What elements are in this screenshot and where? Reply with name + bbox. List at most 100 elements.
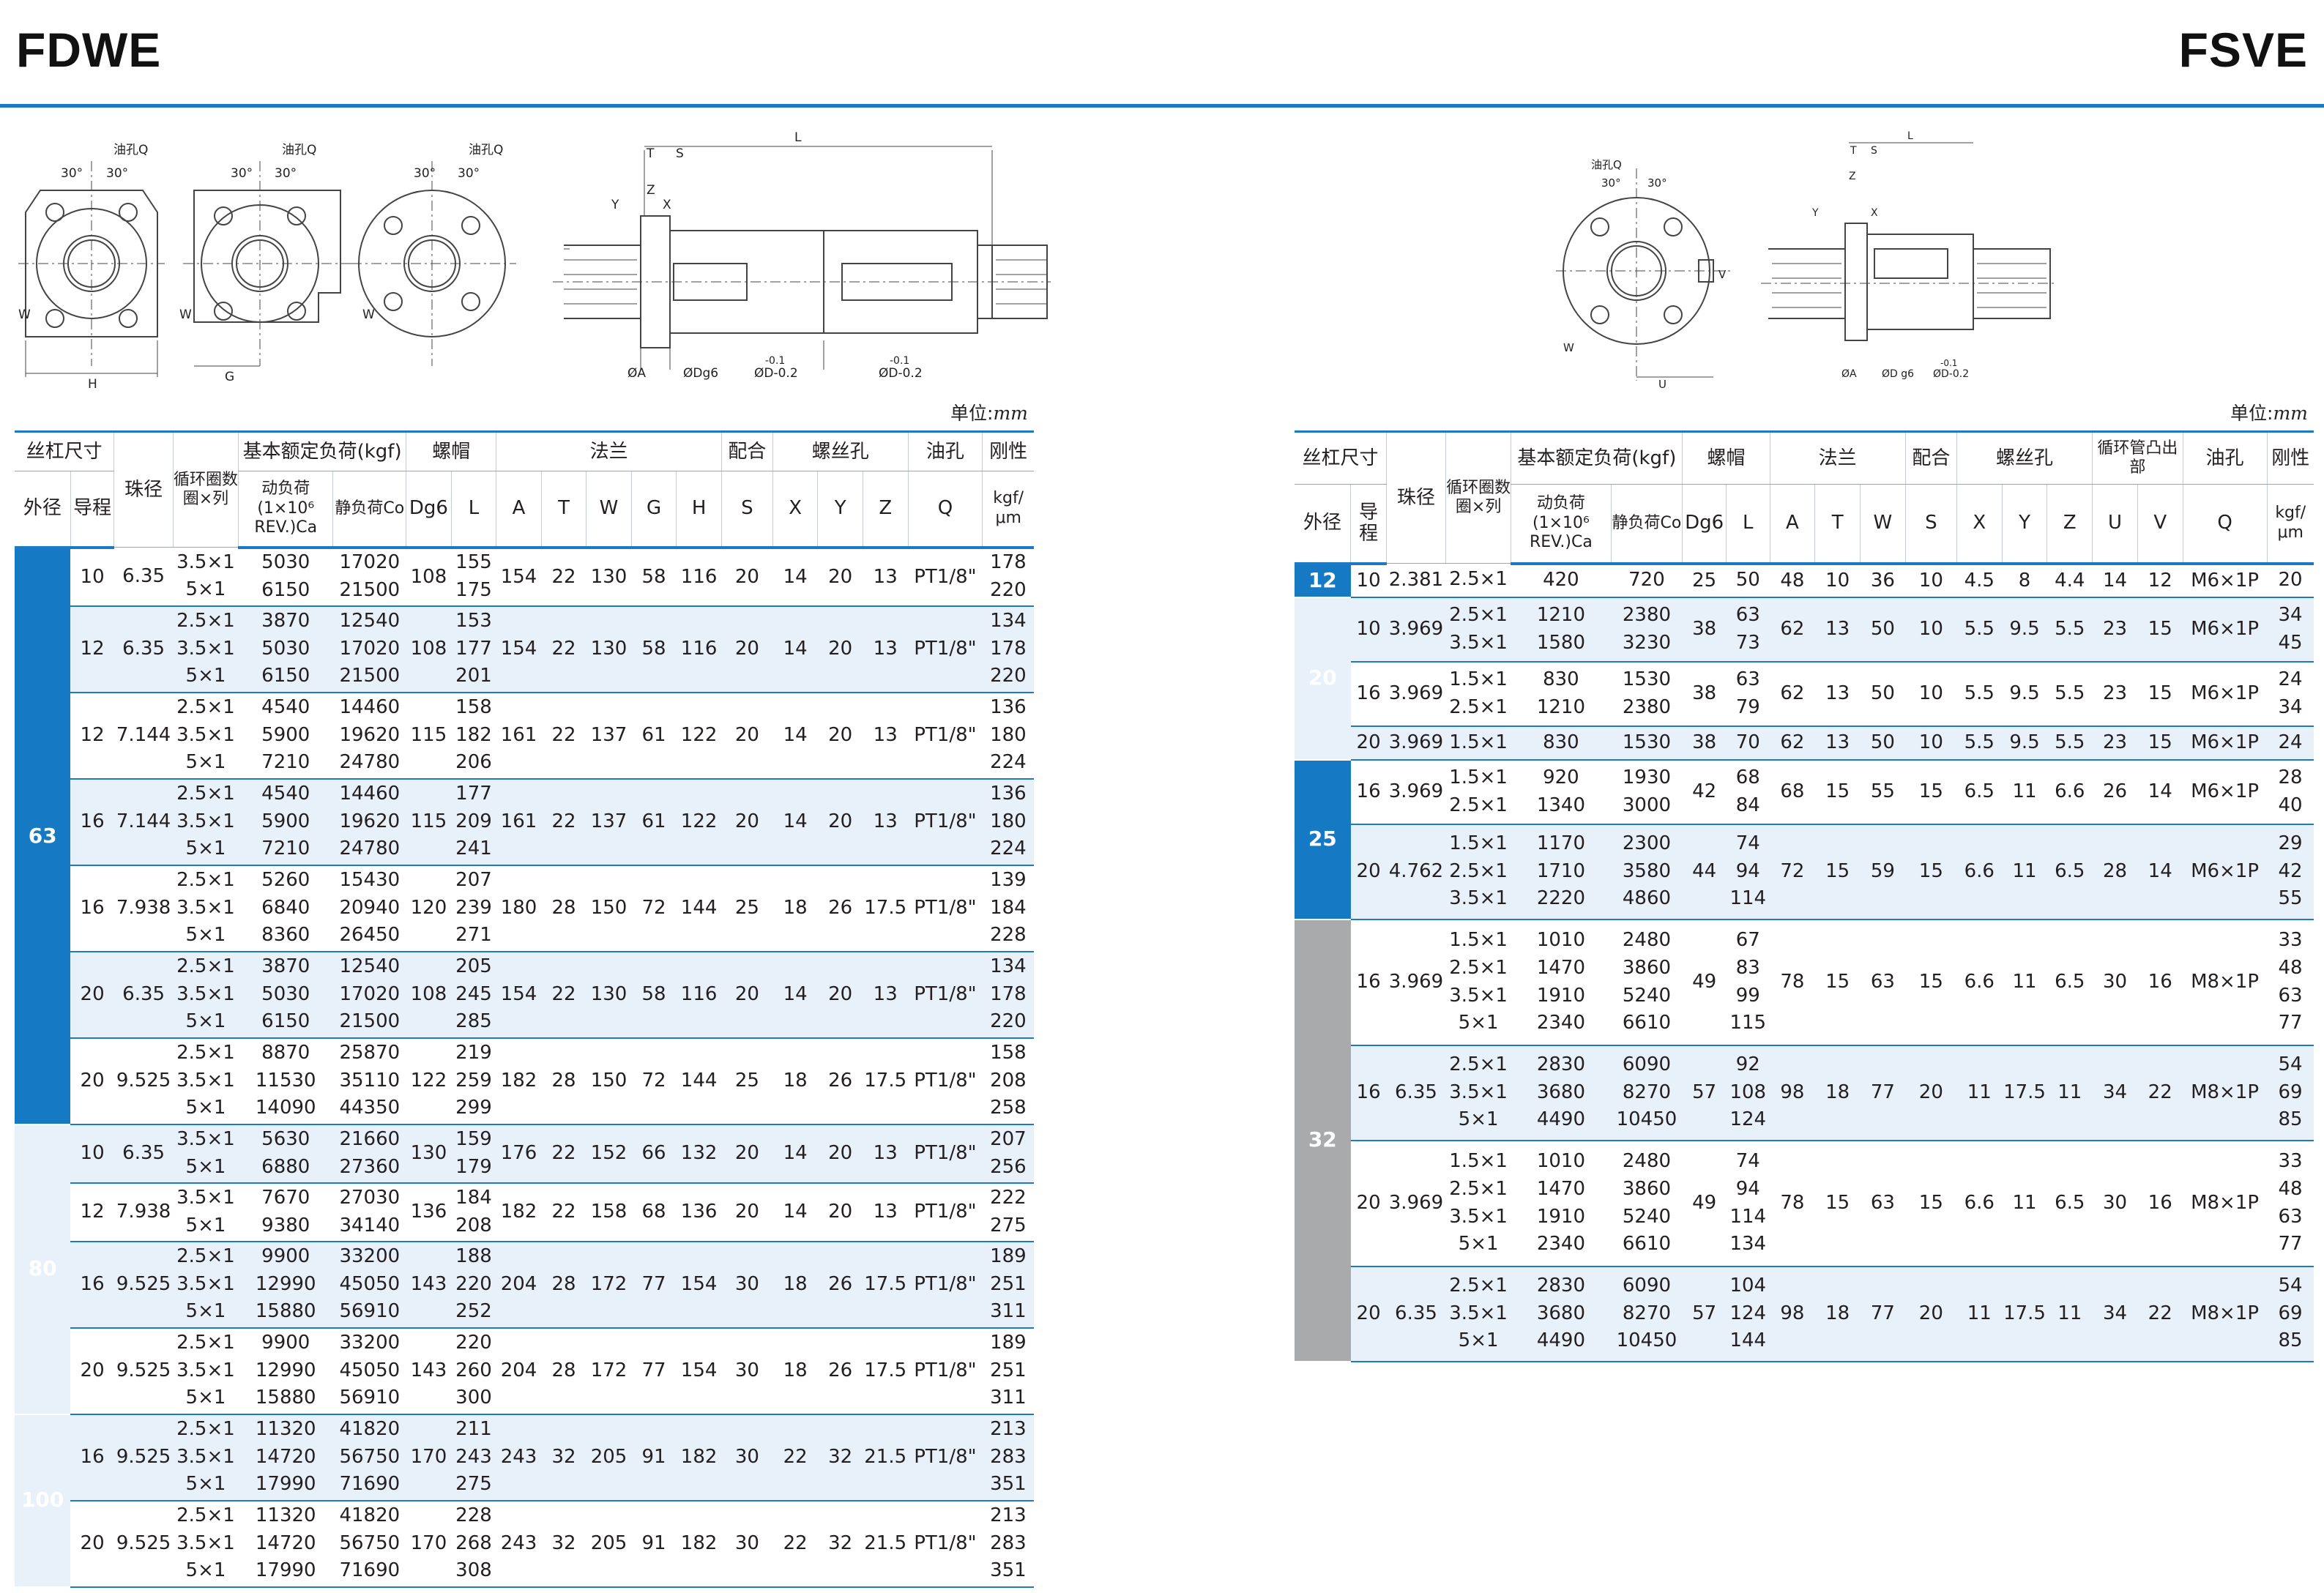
cell-q: M6×1P <box>2183 661 2268 727</box>
cell-y: 9.5 <box>2002 661 2047 727</box>
cell-l: 188 220 252 <box>451 1241 496 1329</box>
hdr-w: W <box>1860 484 1906 565</box>
cell-co: 41820 56750 71690 <box>332 1414 406 1501</box>
cell-q: PT1/8" <box>908 1124 983 1184</box>
hdr-t: T <box>540 471 586 549</box>
cell-s: 20 <box>1905 1266 1957 1362</box>
cell-s: 20 <box>721 951 773 1039</box>
cell-y: 32 <box>817 1500 863 1588</box>
cell-t: 32 <box>541 1414 586 1501</box>
cell-ball: 3.969 <box>1386 661 1446 727</box>
cell-ball: 6.35 <box>113 1124 174 1184</box>
cell-q: M8×1P <box>2183 1140 2268 1267</box>
cell-h: 182 <box>676 1414 722 1501</box>
cell-l: 219 259 299 <box>451 1037 496 1125</box>
cell-ball: 7.144 <box>113 778 174 866</box>
cell-g: 58 <box>631 547 677 607</box>
cell-d: 38 <box>1682 661 1727 727</box>
cell-lead: 16 <box>1350 1045 1387 1141</box>
cell-co: 33200 45050 56910 <box>332 1327 406 1415</box>
angle-label: 30° <box>1647 176 1667 190</box>
cell-l: 70 <box>1726 725 1770 761</box>
table-row: 16 7.938 2.5×1 3.5×1 5×1 5260 6840 8360 15430 209… <box>15 865 1034 952</box>
cell-q: PT1/8" <box>908 547 983 607</box>
cell-circ: 2.5×1 3.5×1 <box>1445 597 1511 663</box>
cell-circ: 1.5×1 2.5×1 <box>1445 759 1511 825</box>
cell-y: 26 <box>817 1327 863 1415</box>
cell-a: 62 <box>1770 661 1815 727</box>
dim-s: S <box>1871 145 1877 157</box>
table-row: 20 6.35 2.5×1 3.5×1 5×1 2830 3680 4490 6090 8270 1… <box>1295 1266 2314 1362</box>
cell-s: 20 <box>721 605 773 693</box>
cell-a: 78 <box>1770 1140 1815 1267</box>
dim-v: V <box>1718 268 1727 281</box>
cell-z: 13 <box>863 951 908 1039</box>
cell-l: 68 84 <box>1726 759 1770 825</box>
dim-h: H <box>88 377 97 392</box>
cell-v: 14 <box>2137 759 2183 825</box>
cell-k: 29 42 55 <box>2267 824 2314 920</box>
hdr-u: U <box>2092 484 2138 565</box>
cell-ca: 8870 11530 14090 <box>238 1037 333 1125</box>
cell-k: 139 184 228 <box>982 865 1034 952</box>
cell-x: 22 <box>772 1414 818 1501</box>
page-title-fsve: FSVE <box>2178 23 2308 77</box>
cell-y: 20 <box>817 951 863 1039</box>
cell-v: 15 <box>2137 661 2183 727</box>
angle-label: 30° <box>275 166 297 181</box>
cell-h: 182 <box>676 1500 722 1588</box>
cell-ball: 7.938 <box>113 865 174 952</box>
cell-d: 115 <box>406 692 452 780</box>
hdr-circuits: 循环圈数圈×列 <box>172 430 239 548</box>
hdr-oil: 油孔 <box>907 430 983 471</box>
cell-w: 137 <box>586 778 632 866</box>
cell-z: 6.6 <box>2046 759 2093 825</box>
cell-s: 20 <box>721 692 773 780</box>
cell-co: 1530 <box>1611 725 1683 761</box>
cell-h: 116 <box>676 605 722 693</box>
cell-v: 15 <box>2137 725 2183 761</box>
cell-d: 38 <box>1682 597 1727 663</box>
cell-z: 11 <box>2046 1045 2093 1141</box>
cell-k: 34 45 <box>2267 597 2314 663</box>
angle-label: 30° <box>231 166 253 181</box>
cell-g: 61 <box>631 778 677 866</box>
cell-t: 22 <box>541 778 586 866</box>
cell-s: 10 <box>1905 563 1957 598</box>
cell-q: M8×1P <box>2183 1266 2268 1362</box>
cell-g: 77 <box>631 1327 677 1415</box>
table-row: 20 4.762 1.5×1 2.5×1 3.5×1 1170 1710 2220 2300 35… <box>1295 824 2314 920</box>
cell-q: M6×1P <box>2183 563 2268 598</box>
oil-hole-label: 油孔Q <box>1591 158 1622 171</box>
table-row: 16 3.969 1.5×1 2.5×1 830 1210 1530 2380 38 63 79 62… <box>1295 661 2314 727</box>
hdr-oil: 油孔 <box>2182 430 2268 485</box>
hdr-rigidity-unit: kgf/μm <box>982 471 1034 549</box>
cell-d: 42 <box>1682 759 1727 825</box>
dim-x: X <box>1871 207 1878 219</box>
cell-ball: 9.525 <box>113 1500 174 1588</box>
cell-x: 11 <box>1956 1045 2003 1141</box>
hdr-od: 外径 <box>15 471 71 549</box>
cell-g: 61 <box>631 692 677 780</box>
cell-z: 17.5 <box>863 865 908 952</box>
hdr-static: 静负荷Co <box>1610 484 1683 565</box>
oil-hole-label: 油孔Q <box>113 143 148 157</box>
hdr-a: A <box>1769 484 1815 565</box>
table-row: 80 10 6.35 3.5×1 5×1 5630 6880 21660 27360 130 159… <box>15 1124 1034 1415</box>
cell-x: 18 <box>772 865 818 952</box>
cell-circ: 2.5×1 3.5×1 5×1 <box>173 1414 239 1501</box>
cell-ca: 1210 1580 <box>1511 597 1611 663</box>
cell-circ: 1.5×1 <box>1445 725 1511 761</box>
dim-phi-a: ØA <box>1841 368 1857 380</box>
cell-s: 10 <box>1905 725 1957 761</box>
cell-k: 54 69 85 <box>2267 1045 2314 1141</box>
cell-s: 15 <box>1905 824 1957 920</box>
cell-k: 136 180 224 <box>982 778 1034 866</box>
cell-y: 20 <box>817 547 863 607</box>
angle-label: 30° <box>414 166 436 181</box>
hdr-s: S <box>720 471 773 549</box>
cell-x: 18 <box>772 1037 818 1125</box>
cell-s: 30 <box>721 1414 773 1501</box>
cell-w: 50 <box>1860 597 1906 663</box>
cell-circ: 1.5×1 2.5×1 3.5×1 5×1 <box>1445 1140 1511 1267</box>
